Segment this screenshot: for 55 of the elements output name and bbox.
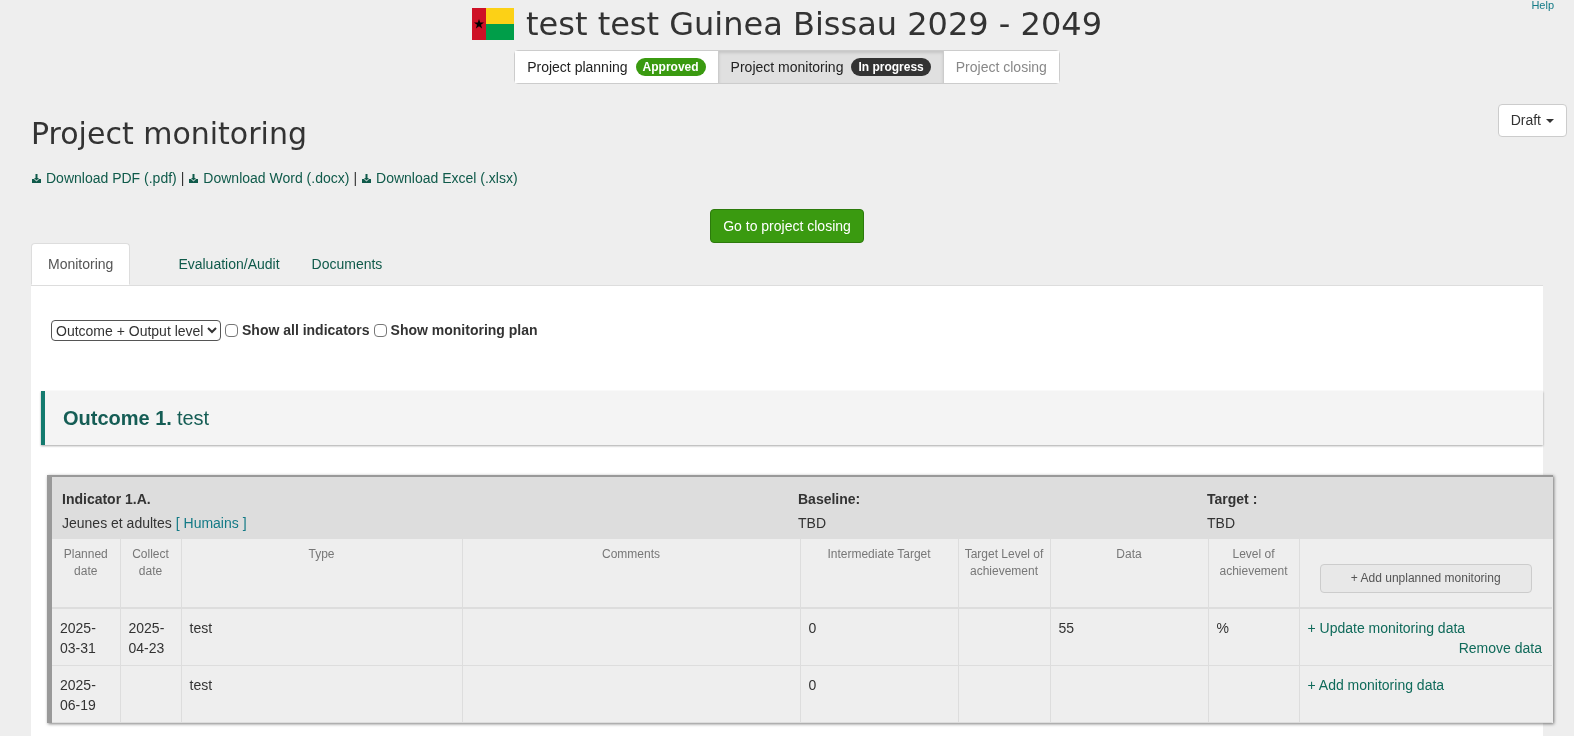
table-cell: 2025-03-31 [52, 608, 120, 665]
help-link[interactable]: Help [1531, 0, 1554, 11]
column-header: Data [1050, 539, 1208, 608]
go-to-closing-button[interactable]: Go to project closing [710, 209, 864, 243]
baseline-label: Baseline: [798, 490, 861, 509]
table-cell: 0 [800, 608, 958, 665]
baseline-value: TBD [798, 514, 826, 533]
column-header: Type [181, 539, 462, 608]
column-header: Intermediate Target [800, 539, 958, 608]
stage-tab[interactable]: Project monitoring In progress [717, 51, 943, 83]
project-title: test test Guinea Bissau 2029 - 2049 [526, 5, 1102, 43]
add-unplanned-button[interactable]: + Add unplanned monitoring [1319, 563, 1532, 593]
caret-icon [1546, 118, 1554, 123]
column-header: Target Level of achievement [958, 539, 1050, 608]
column-header: Level of achievement [1208, 539, 1299, 608]
outcome-header: Outcome 1. test [41, 391, 1543, 445]
column-header: Comments [462, 539, 800, 608]
target-value: TBD [1207, 514, 1235, 533]
status-badge: Approved [635, 58, 706, 76]
status-dropdown[interactable]: Draft [1497, 104, 1567, 137]
table-cell: 2025-04-23 [120, 608, 181, 665]
checkbox[interactable] [373, 324, 387, 337]
indicator-description: Jeunes et adultes [62, 514, 172, 533]
download-icon [188, 173, 200, 184]
tab[interactable]: Documents [295, 243, 399, 285]
download-link[interactable]: Download Word (.docx) [188, 168, 350, 189]
page-heading: Project monitoring [31, 115, 307, 153]
table-cell: % [1208, 608, 1299, 665]
table-cell: test [181, 665, 462, 722]
checkbox[interactable] [225, 324, 238, 337]
indicator-code: Indicator 1.A. [62, 490, 151, 509]
table-cell: 55 [1050, 608, 1208, 665]
table-cell: 2025-06-19 [52, 665, 120, 722]
action-link[interactable]: Remove data [1458, 638, 1542, 658]
level-select[interactable]: Outcome + Output level [51, 320, 221, 341]
download-link[interactable]: Download PDF (.pdf) [31, 168, 177, 189]
download-icon [361, 173, 373, 184]
target-label: Target : [1207, 490, 1258, 509]
table-cell: 0 [800, 665, 958, 722]
tab[interactable]: Evaluation/Audit [162, 243, 296, 285]
action-link[interactable]: + Update monitoring data [1307, 618, 1466, 638]
column-header: Planned date [52, 539, 120, 608]
download-link[interactable]: Download Excel (.xlsx) [361, 168, 518, 189]
checkbox-label: Show monitoring plan [390, 321, 538, 340]
action-link[interactable]: + Add monitoring data [1307, 674, 1445, 695]
flag-icon [472, 8, 514, 40]
separator: | [180, 169, 185, 188]
column-header: Collect date [120, 539, 181, 608]
separator: | [353, 169, 358, 188]
table-cell: test [181, 608, 462, 665]
status-badge: In progress [851, 58, 931, 76]
tab[interactable]: Monitoring [31, 243, 131, 285]
download-icon [31, 173, 42, 184]
checkbox-label: Show all indicators [242, 321, 370, 340]
tag-link[interactable]: [ Humains ] [175, 513, 247, 534]
